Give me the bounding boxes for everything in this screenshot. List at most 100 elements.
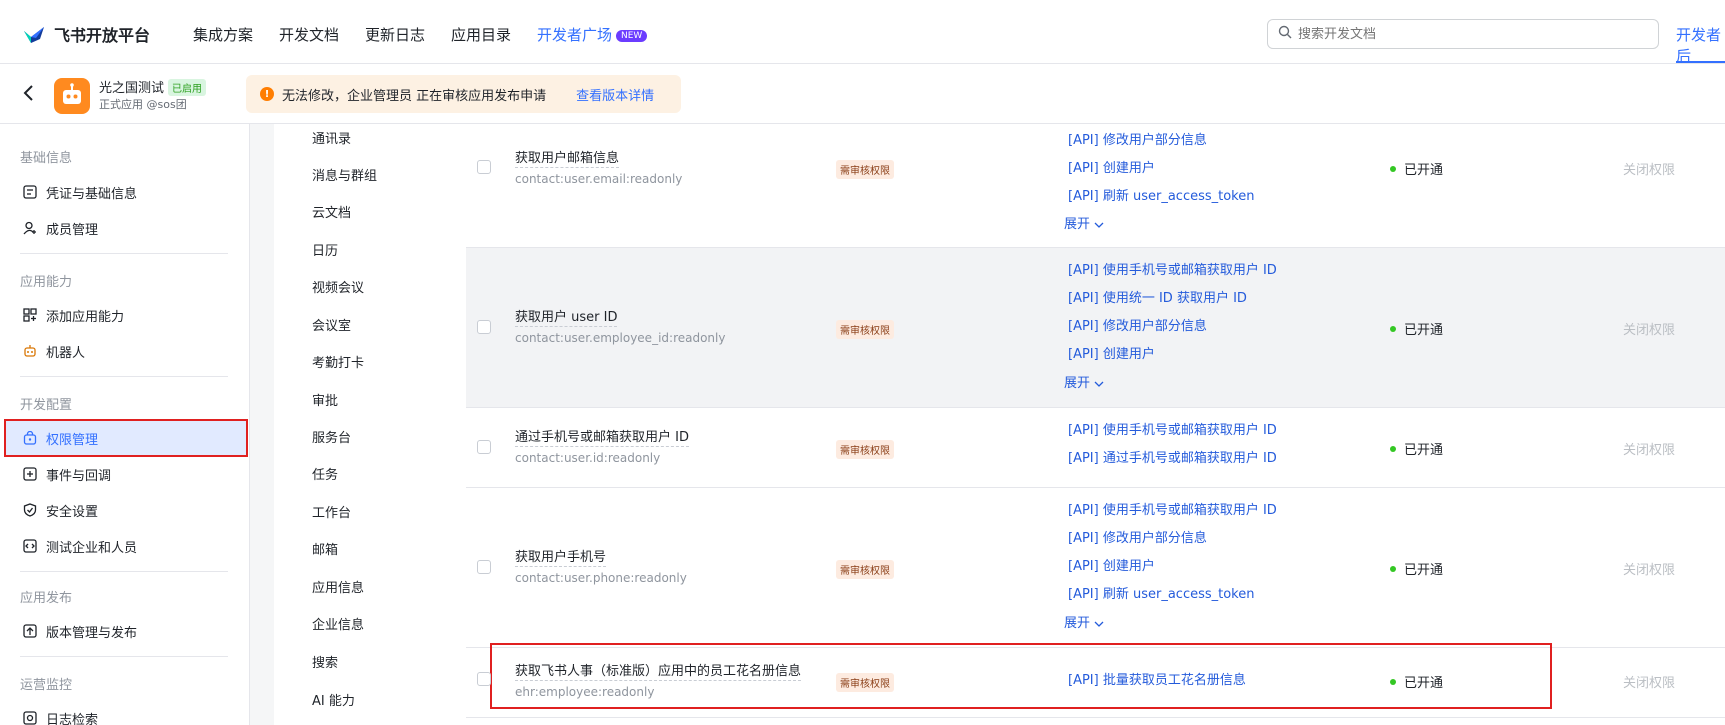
category-item[interactable]: 服务台 bbox=[312, 427, 351, 446]
chevron-down-icon bbox=[1094, 381, 1104, 387]
sidebar-divider bbox=[20, 376, 228, 377]
nav-docs[interactable]: 开发文档 bbox=[279, 24, 339, 45]
category-item[interactable]: 云文档 bbox=[312, 202, 351, 221]
test-icon bbox=[22, 538, 38, 554]
permission-table: 获取用户邮箱信息 contact:user.email:readonly 需审核… bbox=[466, 124, 1725, 725]
feishu-logo[interactable]: 飞书开放平台 bbox=[22, 22, 150, 46]
status-enabled: 已开通 bbox=[1390, 672, 1443, 691]
sidebar-item-log-search[interactable]: 日志检索 bbox=[6, 701, 246, 725]
sidebar-section-dev-config: 开发配置 bbox=[20, 398, 73, 413]
status-text: 已开通 bbox=[1404, 563, 1444, 578]
close-permission-button[interactable]: 关闭权限 bbox=[1623, 672, 1675, 691]
status-enabled: 已开通 bbox=[1390, 439, 1443, 458]
sidebar-item-label: 事件与回调 bbox=[46, 468, 112, 484]
sidebar-item-robot[interactable]: 机器人 bbox=[6, 334, 246, 368]
api-link[interactable]: [API] 批量获取员工花名册信息 bbox=[1068, 669, 1246, 688]
permission-code: ehr:employee:readonly bbox=[515, 685, 655, 699]
nav-changelog[interactable]: 更新日志 bbox=[365, 24, 425, 45]
status-dot bbox=[1390, 325, 1396, 332]
sidebar-item-test-org[interactable]: 测试企业和人员 bbox=[6, 529, 246, 563]
review-required-tag: 需审核权限 bbox=[836, 160, 894, 179]
category-item[interactable]: 考勤打卡 bbox=[312, 352, 364, 371]
expand-button[interactable]: 展开 bbox=[1064, 372, 1104, 391]
new-badge: NEW bbox=[616, 30, 648, 42]
active-tab-underline bbox=[1676, 61, 1725, 63]
review-required-tag: 需审核权限 bbox=[836, 440, 894, 459]
category-item[interactable]: 任务 bbox=[312, 464, 338, 483]
app-name: 光之国测试 已启用 bbox=[99, 77, 207, 96]
developer-console-tab[interactable]: 开发者后 bbox=[1676, 24, 1725, 66]
sidebar-item-add-capability[interactable]: 添加应用能力 bbox=[6, 298, 246, 332]
row-checkbox[interactable] bbox=[477, 440, 491, 454]
category-item[interactable]: 企业信息 bbox=[312, 614, 364, 633]
permission-name: 获取用户 user ID bbox=[515, 306, 618, 327]
search-input[interactable] bbox=[1298, 26, 1638, 42]
category-item[interactable]: 审批 bbox=[312, 390, 338, 409]
nav-app-directory[interactable]: 应用目录 bbox=[451, 24, 511, 45]
close-permission-button[interactable]: 关闭权限 bbox=[1623, 439, 1675, 458]
review-notice-banner: ! 无法修改，企业管理员 正在审核应用发布申请 查看版本详情 bbox=[246, 75, 681, 113]
api-link[interactable]: [API] 修改用户部分信息 bbox=[1068, 315, 1207, 334]
api-link[interactable]: [API] 刷新 user_access_token bbox=[1068, 185, 1255, 204]
row-checkbox[interactable] bbox=[477, 160, 491, 174]
grid-add-icon bbox=[22, 307, 38, 323]
sidebar-section-capability: 应用能力 bbox=[20, 275, 73, 290]
api-link[interactable]: [API] 修改用户部分信息 bbox=[1068, 129, 1207, 148]
api-link[interactable]: [API] 使用手机号或邮箱获取用户 ID bbox=[1068, 419, 1277, 438]
category-item[interactable]: 应用信息 bbox=[312, 577, 364, 596]
category-item[interactable]: 视频会议 bbox=[312, 277, 364, 296]
expand-button[interactable]: 展开 bbox=[1064, 612, 1104, 631]
app-name-text: 光之国测试 bbox=[99, 81, 165, 96]
row-checkbox[interactable] bbox=[477, 320, 491, 334]
category-item[interactable]: 工作台 bbox=[312, 502, 351, 521]
lock-bag-icon bbox=[22, 430, 38, 446]
category-item[interactable]: AI 能力 bbox=[312, 690, 355, 709]
category-item[interactable]: 日历 bbox=[312, 240, 338, 259]
nav-integration[interactable]: 集成方案 bbox=[193, 24, 253, 45]
status-text: 已开通 bbox=[1404, 676, 1444, 691]
api-link[interactable]: [API] 通过手机号或邮箱获取用户 ID bbox=[1068, 447, 1277, 466]
status-dot bbox=[1390, 565, 1396, 572]
api-link[interactable]: [API] 使用手机号或邮箱获取用户 ID bbox=[1068, 259, 1277, 278]
sidebar-item-versions[interactable]: 版本管理与发布 bbox=[6, 614, 246, 648]
sidebar-item-label: 机器人 bbox=[46, 345, 86, 361]
api-link[interactable]: [API] 修改用户部分信息 bbox=[1068, 527, 1207, 546]
member-icon bbox=[22, 220, 38, 236]
sidebar-item-events[interactable]: 事件与回调 bbox=[6, 457, 246, 491]
sidebar-item-label: 成员管理 bbox=[46, 222, 99, 238]
expand-button[interactable]: 展开 bbox=[1064, 213, 1104, 232]
nav-developer-square[interactable]: 开发者广场 NEW bbox=[537, 24, 648, 45]
sidebar-item-members[interactable]: 成员管理 bbox=[6, 211, 246, 245]
feishu-logo-icon bbox=[22, 23, 46, 45]
doc-search-box[interactable] bbox=[1267, 19, 1659, 49]
app-status-badge: 已启用 bbox=[168, 79, 207, 96]
close-permission-button[interactable]: 关闭权限 bbox=[1623, 159, 1675, 178]
sidebar-item-permissions[interactable]: 权限管理 bbox=[4, 419, 248, 457]
row-checkbox[interactable] bbox=[477, 672, 491, 686]
sidebar-item-security[interactable]: 安全设置 bbox=[6, 493, 246, 527]
sidebar-section-release: 应用发布 bbox=[20, 591, 73, 606]
category-item[interactable]: 邮箱 bbox=[312, 539, 338, 558]
api-link[interactable]: [API] 刷新 user_access_token bbox=[1068, 583, 1255, 602]
shield-icon bbox=[22, 502, 38, 518]
close-permission-button[interactable]: 关闭权限 bbox=[1623, 319, 1675, 338]
review-required-tag: 需审核权限 bbox=[836, 320, 894, 339]
permission-name: 获取用户手机号 bbox=[515, 546, 607, 567]
notice-text: 无法修改，企业管理员 正在审核应用发布申请 bbox=[282, 88, 547, 104]
expand-label: 展开 bbox=[1064, 616, 1091, 631]
api-link[interactable]: [API] 使用手机号或邮箱获取用户 ID bbox=[1068, 499, 1277, 518]
api-link[interactable]: [API] 创建用户 bbox=[1068, 343, 1155, 362]
category-item[interactable]: 会议室 bbox=[312, 315, 351, 334]
api-link[interactable]: [API] 创建用户 bbox=[1068, 555, 1155, 574]
row-checkbox[interactable] bbox=[477, 560, 491, 574]
sidebar-item-label: 测试企业和人员 bbox=[46, 540, 138, 556]
category-item[interactable]: 通讯录 bbox=[312, 128, 351, 147]
api-link[interactable]: [API] 使用统一 ID 获取用户 ID bbox=[1068, 287, 1247, 306]
category-item[interactable]: 搜索 bbox=[312, 652, 338, 671]
category-item[interactable]: 消息与群组 bbox=[312, 165, 377, 184]
view-version-details-link[interactable]: 查看版本详情 bbox=[576, 85, 654, 104]
api-link[interactable]: [API] 创建用户 bbox=[1068, 157, 1155, 176]
back-arrow-icon[interactable] bbox=[22, 84, 36, 107]
close-permission-button[interactable]: 关闭权限 bbox=[1623, 559, 1675, 578]
sidebar-item-credentials[interactable]: 凭证与基础信息 bbox=[6, 175, 246, 209]
